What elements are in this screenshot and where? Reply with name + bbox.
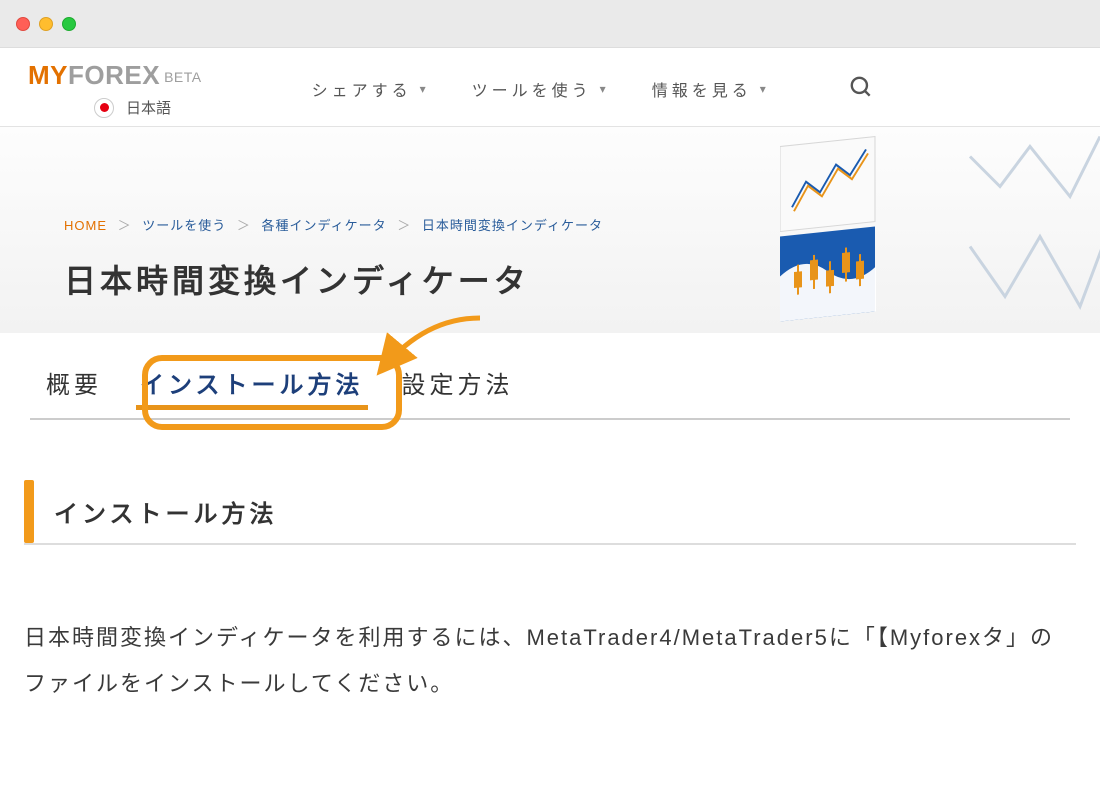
logo-block: MYFOREXBETA 日本語 [28, 60, 202, 118]
site-header: MYFOREXBETA 日本語 シェアする ▾ ツールを使う ▾ 情報を見る ▾ [0, 48, 1100, 126]
nav-item-label: 情報を見る [652, 77, 752, 101]
heading-accent-bar [24, 480, 34, 543]
nav-item-label: シェアする [312, 77, 412, 101]
primary-nav: シェアする ▾ ツールを使う ▾ 情報を見る ▾ [312, 74, 874, 105]
section-body: 日本時間変換インディケータを利用するには、MetaTrader4/MetaTra… [24, 615, 1076, 707]
close-icon[interactable] [16, 17, 30, 31]
breadcrumb-item[interactable]: ツールを使う [142, 218, 226, 233]
maximize-icon[interactable] [62, 17, 76, 31]
minimize-icon[interactable] [39, 17, 53, 31]
section-heading: インストール方法 [24, 480, 1076, 545]
language-label: 日本語 [126, 97, 171, 118]
breadcrumb-sep: ＞ [397, 218, 411, 233]
japan-flag-icon [94, 98, 114, 118]
chevron-down-icon: ▾ [760, 82, 766, 96]
language-selector[interactable]: 日本語 [94, 97, 202, 118]
breadcrumb-sep: ＞ [237, 218, 251, 233]
section-title: インストール方法 [54, 480, 278, 543]
logo-text-forex: FOREX [68, 60, 160, 90]
breadcrumb-item[interactable]: 日本時間変換インディケータ [422, 218, 603, 233]
nav-item-label: ツールを使う [472, 77, 592, 101]
logo-text-my: MY [28, 60, 68, 90]
tab-settings[interactable]: 設定方法 [398, 365, 518, 418]
tab-install[interactable]: インストール方法 [136, 365, 368, 418]
breadcrumb-item[interactable]: 各種インディケータ [262, 218, 387, 233]
nav-share[interactable]: シェアする ▾ [312, 77, 426, 101]
nav-tools[interactable]: ツールを使う ▾ [472, 77, 606, 101]
hero-section: HOME ＞ ツールを使う ＞ 各種インディケータ ＞ 日本時間変換インディケー… [0, 126, 1100, 333]
tabs: 概要 インストール方法 設定方法 [30, 333, 1070, 420]
breadcrumb: HOME ＞ ツールを使う ＞ 各種インディケータ ＞ 日本時間変換インディケー… [64, 127, 1100, 234]
chevron-down-icon: ▾ [420, 82, 426, 96]
chevron-down-icon: ▾ [600, 82, 606, 96]
nav-info[interactable]: 情報を見る ▾ [652, 77, 766, 101]
page-title: 日本時間変換インディケータ [64, 256, 1100, 302]
browser-titlebar [0, 0, 1100, 48]
search-icon[interactable] [848, 74, 874, 105]
breadcrumb-sep: ＞ [118, 218, 132, 233]
tab-overview[interactable]: 概要 [42, 365, 106, 418]
site-logo[interactable]: MYFOREXBETA [28, 60, 202, 91]
content-section: インストール方法 日本時間変換インディケータを利用するには、MetaTrader… [0, 420, 1100, 707]
logo-beta: BETA [164, 69, 202, 85]
breadcrumb-home[interactable]: HOME [64, 218, 107, 233]
tabs-container: 概要 インストール方法 設定方法 [0, 333, 1100, 420]
